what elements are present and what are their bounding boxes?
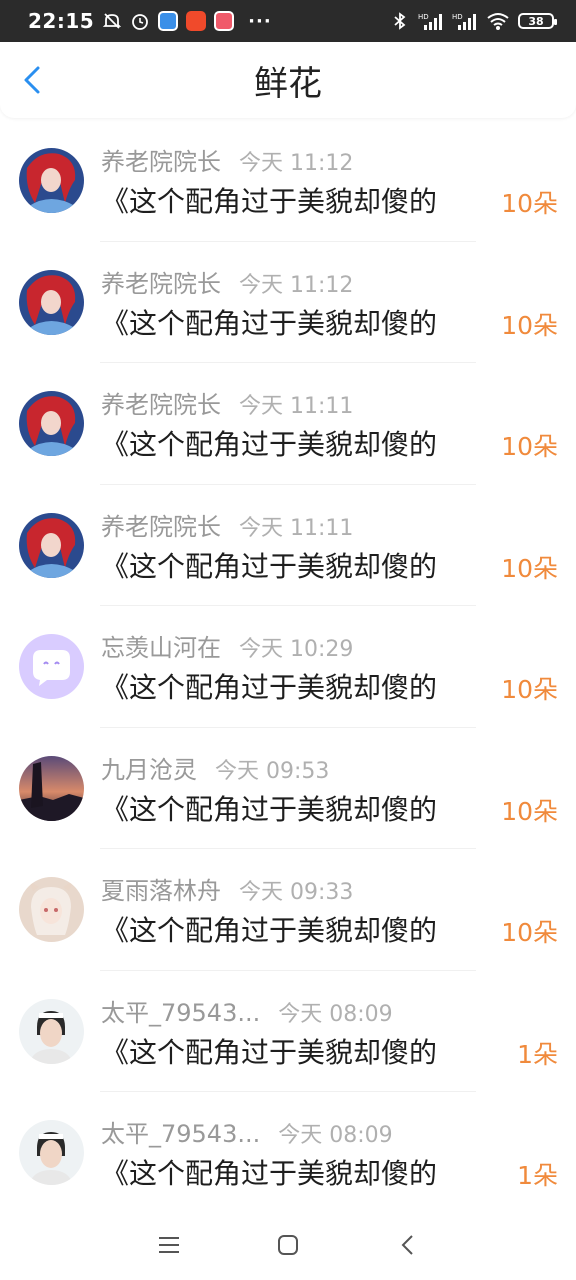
flower-count: 10朵 [501, 189, 558, 218]
message-text: 《这个配角过于美貌却傻的 [101, 671, 438, 704]
user-name[interactable]: 养老院院长 [101, 385, 221, 420]
menu-icon [159, 1237, 180, 1253]
list-item[interactable]: 养老院院长 今天 11:12 《这个配角过于美貌却傻的 10朵 [0, 242, 576, 364]
post-time: 今天 10:29 [239, 637, 354, 662]
user-name[interactable]: 太平_79543... [101, 993, 260, 1028]
list-item[interactable]: 九月沧灵 今天 09:53 《这个配角过于美貌却傻的 10朵 [0, 728, 576, 850]
user-name[interactable]: 忘羡山河在 [101, 628, 221, 663]
avatar[interactable] [19, 634, 84, 700]
battery-icon: 38 [518, 13, 557, 29]
user-name[interactable]: 九月沧灵 [101, 750, 197, 785]
app-icon-2 [186, 11, 207, 31]
clock: 22:15 [28, 9, 95, 33]
message-text: 《这个配角过于美貌却傻的 [101, 1035, 438, 1069]
mute-icon [102, 11, 122, 31]
post-time: 今天 09:33 [239, 880, 354, 905]
system-nav-bar [0, 1210, 576, 1280]
app-icon-3 [214, 11, 235, 31]
recent-apps-button[interactable] [149, 1225, 189, 1265]
home-icon [277, 1235, 298, 1255]
list-item[interactable]: 太平_79543... 今天 08:09 《这个配角过于美貌却傻的 1朵 [0, 1092, 576, 1214]
wifi-icon [486, 11, 510, 31]
message-text: 《这个配角过于美貌却傻的 [101, 185, 438, 218]
avatar[interactable] [19, 755, 84, 821]
post-time: 今天 08:09 [278, 1001, 393, 1027]
user-name[interactable]: 太平_79543... [101, 1114, 260, 1149]
message-text: 《这个配角过于美貌却傻的 [101, 1157, 438, 1190]
flower-list: 养老院院长 今天 11:12 《这个配角过于美貌却傻的 10朵 养老院院长 今天… [0, 120, 576, 1214]
message-text: 《这个配角过于美貌却傻的 [101, 549, 438, 583]
signal-hd-icon: HD [418, 11, 444, 31]
back-button[interactable] [16, 64, 48, 96]
list-item[interactable]: 养老院院长 今天 11:11 《这个配角过于美貌却傻的 10朵 [0, 485, 576, 607]
alarm-icon [130, 11, 150, 31]
post-time: 今天 11:12 [239, 151, 354, 176]
signal-hd-icon: HD [452, 11, 478, 31]
user-name[interactable]: 养老院院长 [101, 507, 221, 542]
list-item[interactable]: 养老院院长 今天 11:12 《这个配角过于美貌却傻的 10朵 [0, 120, 576, 242]
app-icon-1 [158, 11, 179, 31]
status-bar: 22:15 ··· HD HD 38 [0, 0, 576, 42]
flower-count: 10朵 [501, 310, 558, 340]
back-icon [401, 1235, 413, 1255]
user-name[interactable]: 夏雨落林舟 [101, 871, 221, 906]
avatar[interactable] [19, 512, 84, 578]
post-time: 今天 11:12 [239, 272, 354, 298]
message-text: 《这个配角过于美貌却傻的 [101, 914, 438, 947]
avatar[interactable] [19, 148, 84, 214]
system-back-button[interactable] [387, 1225, 427, 1265]
post-time: 今天 08:09 [278, 1123, 393, 1148]
avatar[interactable] [19, 877, 84, 943]
post-time: 今天 09:53 [215, 758, 330, 784]
avatar[interactable] [19, 998, 84, 1064]
bluetooth-icon [390, 11, 410, 31]
user-name[interactable]: 养老院院长 [101, 264, 221, 299]
avatar[interactable] [19, 391, 84, 457]
user-name[interactable]: 养老院院长 [101, 142, 221, 177]
svg-text:HD: HD [452, 13, 463, 21]
flower-count: 10朵 [501, 553, 558, 583]
more-notifications: ··· [248, 10, 272, 32]
post-time: 今天 11:11 [239, 394, 354, 419]
svg-text:HD: HD [418, 13, 429, 21]
flower-count: 10朵 [501, 432, 558, 461]
list-item[interactable]: 养老院院长 今天 11:11 《这个配角过于美貌却傻的 10朵 [0, 363, 576, 485]
avatar[interactable] [19, 1120, 84, 1186]
home-button[interactable] [268, 1225, 308, 1265]
flower-count: 10朵 [501, 796, 558, 826]
message-text: 《这个配角过于美貌却傻的 [101, 306, 438, 340]
list-item[interactable]: 太平_79543... 今天 08:09 《这个配角过于美貌却傻的 1朵 [0, 971, 576, 1093]
list-item[interactable]: 忘羡山河在 今天 10:29 《这个配角过于美貌却傻的 10朵 [0, 606, 576, 728]
flower-count: 10朵 [501, 918, 558, 947]
top-app-bar: 鲜花 [0, 42, 576, 118]
list-item[interactable]: 夏雨落林舟 今天 09:33 《这个配角过于美貌却傻的 10朵 [0, 849, 576, 971]
page-title: 鲜花 [254, 63, 322, 104]
chevron-left-icon [24, 66, 40, 94]
flower-count: 1朵 [517, 1161, 558, 1190]
post-time: 今天 11:11 [239, 515, 354, 541]
message-text: 《这个配角过于美貌却傻的 [101, 792, 438, 826]
message-text: 《这个配角过于美貌却傻的 [101, 428, 438, 461]
flower-count: 1朵 [517, 1039, 558, 1069]
avatar[interactable] [19, 269, 84, 335]
flower-count: 10朵 [501, 675, 558, 704]
